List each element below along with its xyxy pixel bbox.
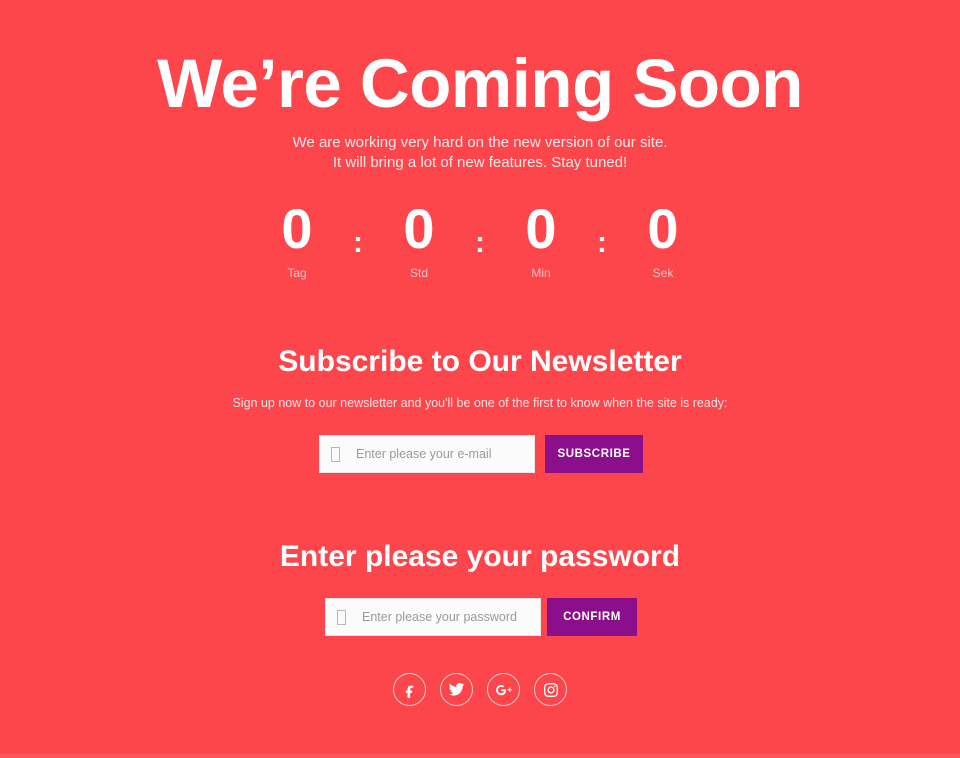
countdown-label-minutes: Min <box>531 266 551 280</box>
countdown-label-hours: Std <box>409 266 428 280</box>
countdown-value-seconds: 0 <box>647 197 679 260</box>
lock-icon <box>326 609 356 625</box>
countdown-timer: 0 Tag : 0 Std : 0 Min : 0 Sek <box>0 197 960 281</box>
page-subtitle: We are working very hard on the new vers… <box>0 133 960 173</box>
countdown-unit-hours: 0 Std <box>371 197 467 281</box>
instagram-icon[interactable] <box>534 673 567 706</box>
envelope-icon <box>320 446 350 462</box>
password-form: Enter please your password CONFIRM <box>325 598 637 636</box>
confirm-button[interactable]: CONFIRM <box>547 598 637 636</box>
countdown-value-days: 0 <box>281 197 313 260</box>
countdown-separator-3: : <box>597 226 607 259</box>
password-title: Enter please your password <box>279 540 681 573</box>
countdown-value-minutes: 0 <box>525 197 557 260</box>
page-subtitle-line-2: It will bring a lot of new features. Sta… <box>332 154 628 171</box>
page-title: We’re Coming Soon <box>157 45 803 122</box>
bottom-strip <box>0 754 960 758</box>
twitter-icon[interactable] <box>440 673 473 706</box>
countdown-unit-minutes: 0 Min <box>493 197 589 281</box>
countdown-separator-1: : <box>353 226 363 259</box>
countdown-label-seconds: Sek <box>652 266 674 280</box>
countdown-label-days: Tag <box>287 266 307 280</box>
newsletter-form: Enter please your e-mail SUBSCRIBE <box>319 435 643 473</box>
countdown-value-hours: 0 <box>403 197 435 260</box>
google-plus-icon[interactable] <box>487 673 520 706</box>
password-input-placeholder: Enter please your password <box>362 610 517 624</box>
email-input-placeholder: Enter please your e-mail <box>356 447 492 461</box>
subscribe-button[interactable]: SUBSCRIBE <box>545 435 643 473</box>
countdown-separator-2: : <box>475 226 485 259</box>
page-subtitle-line-1: We are working very hard on the new vers… <box>292 134 668 151</box>
coming-soon-page: We’re Coming Soon We are working very ha… <box>0 0 960 758</box>
email-field[interactable]: Enter please your e-mail <box>319 435 535 473</box>
newsletter-title: Subscribe to Our Newsletter <box>278 345 682 378</box>
countdown-unit-days: 0 Tag <box>249 197 345 281</box>
countdown-unit-seconds: 0 Sek <box>615 197 711 281</box>
facebook-icon[interactable] <box>393 673 426 706</box>
newsletter-subtitle: Sign up now to our newsletter and you'll… <box>232 396 728 410</box>
social-links <box>0 673 960 706</box>
password-field[interactable]: Enter please your password <box>325 598 541 636</box>
